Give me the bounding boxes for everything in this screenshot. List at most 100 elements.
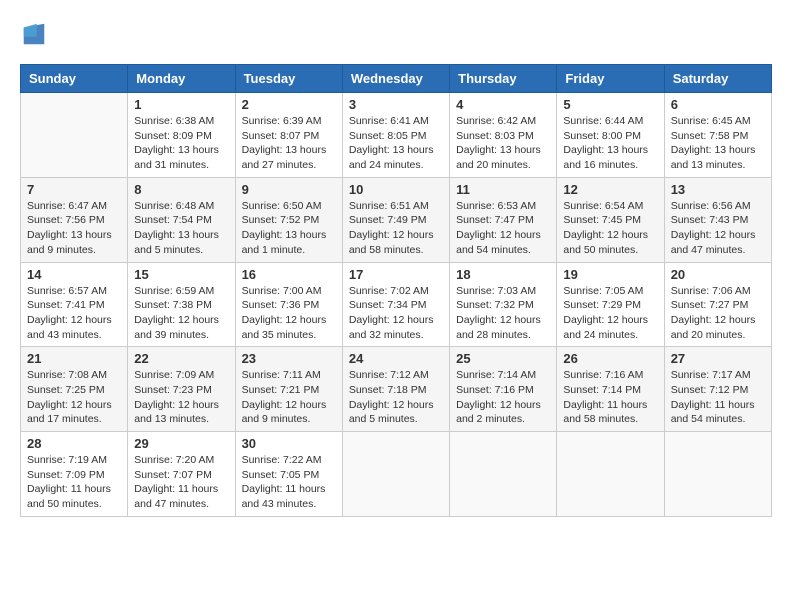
day-number: 12 [563, 182, 657, 197]
day-info: Sunrise: 7:20 AM Sunset: 7:07 PM Dayligh… [134, 453, 228, 512]
day-number: 14 [27, 267, 121, 282]
day-number: 13 [671, 182, 765, 197]
day-info: Sunrise: 7:22 AM Sunset: 7:05 PM Dayligh… [242, 453, 336, 512]
calendar-cell: 6 Sunrise: 6:45 AM Sunset: 7:58 PM Daylig… [664, 93, 771, 178]
calendar-cell: 19 Sunrise: 7:05 AM Sunset: 7:29 PM Dayli… [557, 262, 664, 347]
calendar-cell [342, 432, 449, 517]
calendar-cell: 28 Sunrise: 7:19 AM Sunset: 7:09 PM Dayli… [21, 432, 128, 517]
logo-icon [20, 20, 48, 48]
day-info: Sunrise: 6:54 AM Sunset: 7:45 PM Dayligh… [563, 199, 657, 258]
day-info: Sunrise: 7:00 AM Sunset: 7:36 PM Dayligh… [242, 284, 336, 343]
calendar-cell: 18 Sunrise: 7:03 AM Sunset: 7:32 PM Dayli… [450, 262, 557, 347]
day-info: Sunrise: 7:02 AM Sunset: 7:34 PM Dayligh… [349, 284, 443, 343]
day-number: 20 [671, 267, 765, 282]
day-of-week-header: Thursday [450, 65, 557, 93]
day-of-week-header: Sunday [21, 65, 128, 93]
calendar-table: SundayMondayTuesdayWednesdayThursdayFrid… [20, 64, 772, 517]
calendar-cell: 9 Sunrise: 6:50 AM Sunset: 7:52 PM Daylig… [235, 177, 342, 262]
calendar-cell: 14 Sunrise: 6:57 AM Sunset: 7:41 PM Dayli… [21, 262, 128, 347]
calendar-cell: 15 Sunrise: 6:59 AM Sunset: 7:38 PM Dayli… [128, 262, 235, 347]
day-number: 8 [134, 182, 228, 197]
calendar-week-row: 28 Sunrise: 7:19 AM Sunset: 7:09 PM Dayli… [21, 432, 772, 517]
day-info: Sunrise: 6:57 AM Sunset: 7:41 PM Dayligh… [27, 284, 121, 343]
day-number: 2 [242, 97, 336, 112]
calendar-cell: 20 Sunrise: 7:06 AM Sunset: 7:27 PM Dayli… [664, 262, 771, 347]
calendar-cell: 8 Sunrise: 6:48 AM Sunset: 7:54 PM Daylig… [128, 177, 235, 262]
calendar-cell: 10 Sunrise: 6:51 AM Sunset: 7:49 PM Dayli… [342, 177, 449, 262]
calendar-cell: 12 Sunrise: 6:54 AM Sunset: 7:45 PM Dayli… [557, 177, 664, 262]
day-number: 16 [242, 267, 336, 282]
day-number: 19 [563, 267, 657, 282]
calendar-cell: 21 Sunrise: 7:08 AM Sunset: 7:25 PM Dayli… [21, 347, 128, 432]
day-number: 23 [242, 351, 336, 366]
day-info: Sunrise: 6:59 AM Sunset: 7:38 PM Dayligh… [134, 284, 228, 343]
calendar-cell: 7Sunrise: 6:47 AM Sunset: 7:56 PM Daylig… [21, 177, 128, 262]
calendar-cell: 17 Sunrise: 7:02 AM Sunset: 7:34 PM Dayli… [342, 262, 449, 347]
day-info: Sunrise: 6:45 AM Sunset: 7:58 PM Dayligh… [671, 114, 765, 173]
day-info: Sunrise: 7:17 AM Sunset: 7:12 PM Dayligh… [671, 368, 765, 427]
day-info: Sunrise: 7:16 AM Sunset: 7:14 PM Dayligh… [563, 368, 657, 427]
day-number: 5 [563, 97, 657, 112]
day-info: Sunrise: 7:05 AM Sunset: 7:29 PM Dayligh… [563, 284, 657, 343]
day-info: Sunrise: 7:06 AM Sunset: 7:27 PM Dayligh… [671, 284, 765, 343]
day-info: Sunrise: 7:03 AM Sunset: 7:32 PM Dayligh… [456, 284, 550, 343]
calendar-cell: 13 Sunrise: 6:56 AM Sunset: 7:43 PM Dayli… [664, 177, 771, 262]
day-number: 21 [27, 351, 121, 366]
day-number: 9 [242, 182, 336, 197]
calendar-cell: 2 Sunrise: 6:39 AM Sunset: 8:07 PM Daylig… [235, 93, 342, 178]
calendar-cell: 29Sunrise: 7:20 AM Sunset: 7:07 PM Dayli… [128, 432, 235, 517]
day-info: Sunrise: 6:53 AM Sunset: 7:47 PM Dayligh… [456, 199, 550, 258]
calendar-cell: 22Sunrise: 7:09 AM Sunset: 7:23 PM Dayli… [128, 347, 235, 432]
day-number: 24 [349, 351, 443, 366]
calendar-cell: 16 Sunrise: 7:00 AM Sunset: 7:36 PM Dayli… [235, 262, 342, 347]
day-info: Sunrise: 7:14 AM Sunset: 7:16 PM Dayligh… [456, 368, 550, 427]
day-number: 3 [349, 97, 443, 112]
day-info: Sunrise: 7:08 AM Sunset: 7:25 PM Dayligh… [27, 368, 121, 427]
day-number: 17 [349, 267, 443, 282]
day-number: 1 [134, 97, 228, 112]
calendar-week-row: 21 Sunrise: 7:08 AM Sunset: 7:25 PM Dayli… [21, 347, 772, 432]
day-info: Sunrise: 7:12 AM Sunset: 7:18 PM Dayligh… [349, 368, 443, 427]
day-number: 27 [671, 351, 765, 366]
calendar-cell: 23 Sunrise: 7:11 AM Sunset: 7:21 PM Dayli… [235, 347, 342, 432]
day-info: Sunrise: 6:51 AM Sunset: 7:49 PM Dayligh… [349, 199, 443, 258]
day-number: 11 [456, 182, 550, 197]
day-of-week-header: Wednesday [342, 65, 449, 93]
day-info: Sunrise: 6:44 AM Sunset: 8:00 PM Dayligh… [563, 114, 657, 173]
day-number: 6 [671, 97, 765, 112]
day-info: Sunrise: 6:50 AM Sunset: 7:52 PM Dayligh… [242, 199, 336, 258]
calendar-cell: 27 Sunrise: 7:17 AM Sunset: 7:12 PM Dayli… [664, 347, 771, 432]
calendar-week-row: 14 Sunrise: 6:57 AM Sunset: 7:41 PM Dayli… [21, 262, 772, 347]
day-number: 4 [456, 97, 550, 112]
calendar-cell: 30 Sunrise: 7:22 AM Sunset: 7:05 PM Dayli… [235, 432, 342, 517]
calendar-cell: 3Sunrise: 6:41 AM Sunset: 8:05 PM Daylig… [342, 93, 449, 178]
day-number: 25 [456, 351, 550, 366]
day-info: Sunrise: 7:11 AM Sunset: 7:21 PM Dayligh… [242, 368, 336, 427]
calendar-cell [557, 432, 664, 517]
day-info: Sunrise: 6:42 AM Sunset: 8:03 PM Dayligh… [456, 114, 550, 173]
day-info: Sunrise: 6:48 AM Sunset: 7:54 PM Dayligh… [134, 199, 228, 258]
day-of-week-header: Monday [128, 65, 235, 93]
day-of-week-header: Friday [557, 65, 664, 93]
calendar-cell [450, 432, 557, 517]
day-info: Sunrise: 6:56 AM Sunset: 7:43 PM Dayligh… [671, 199, 765, 258]
day-number: 26 [563, 351, 657, 366]
day-number: 30 [242, 436, 336, 451]
calendar-cell: 25 Sunrise: 7:14 AM Sunset: 7:16 PM Dayli… [450, 347, 557, 432]
calendar-cell [21, 93, 128, 178]
calendar-cell: 4 Sunrise: 6:42 AM Sunset: 8:03 PM Daylig… [450, 93, 557, 178]
day-info: Sunrise: 6:38 AM Sunset: 8:09 PM Dayligh… [134, 114, 228, 173]
calendar-header: SundayMondayTuesdayWednesdayThursdayFrid… [21, 65, 772, 93]
day-info: Sunrise: 6:39 AM Sunset: 8:07 PM Dayligh… [242, 114, 336, 173]
day-number: 18 [456, 267, 550, 282]
day-of-week-header: Tuesday [235, 65, 342, 93]
day-number: 15 [134, 267, 228, 282]
calendar-cell: 5 Sunrise: 6:44 AM Sunset: 8:00 PM Daylig… [557, 93, 664, 178]
day-info: Sunrise: 6:47 AM Sunset: 7:56 PM Dayligh… [27, 199, 121, 258]
calendar-cell: 11 Sunrise: 6:53 AM Sunset: 7:47 PM Dayli… [450, 177, 557, 262]
page-header [20, 20, 772, 48]
calendar-cell [664, 432, 771, 517]
day-number: 10 [349, 182, 443, 197]
day-number: 28 [27, 436, 121, 451]
day-info: Sunrise: 7:19 AM Sunset: 7:09 PM Dayligh… [27, 453, 121, 512]
